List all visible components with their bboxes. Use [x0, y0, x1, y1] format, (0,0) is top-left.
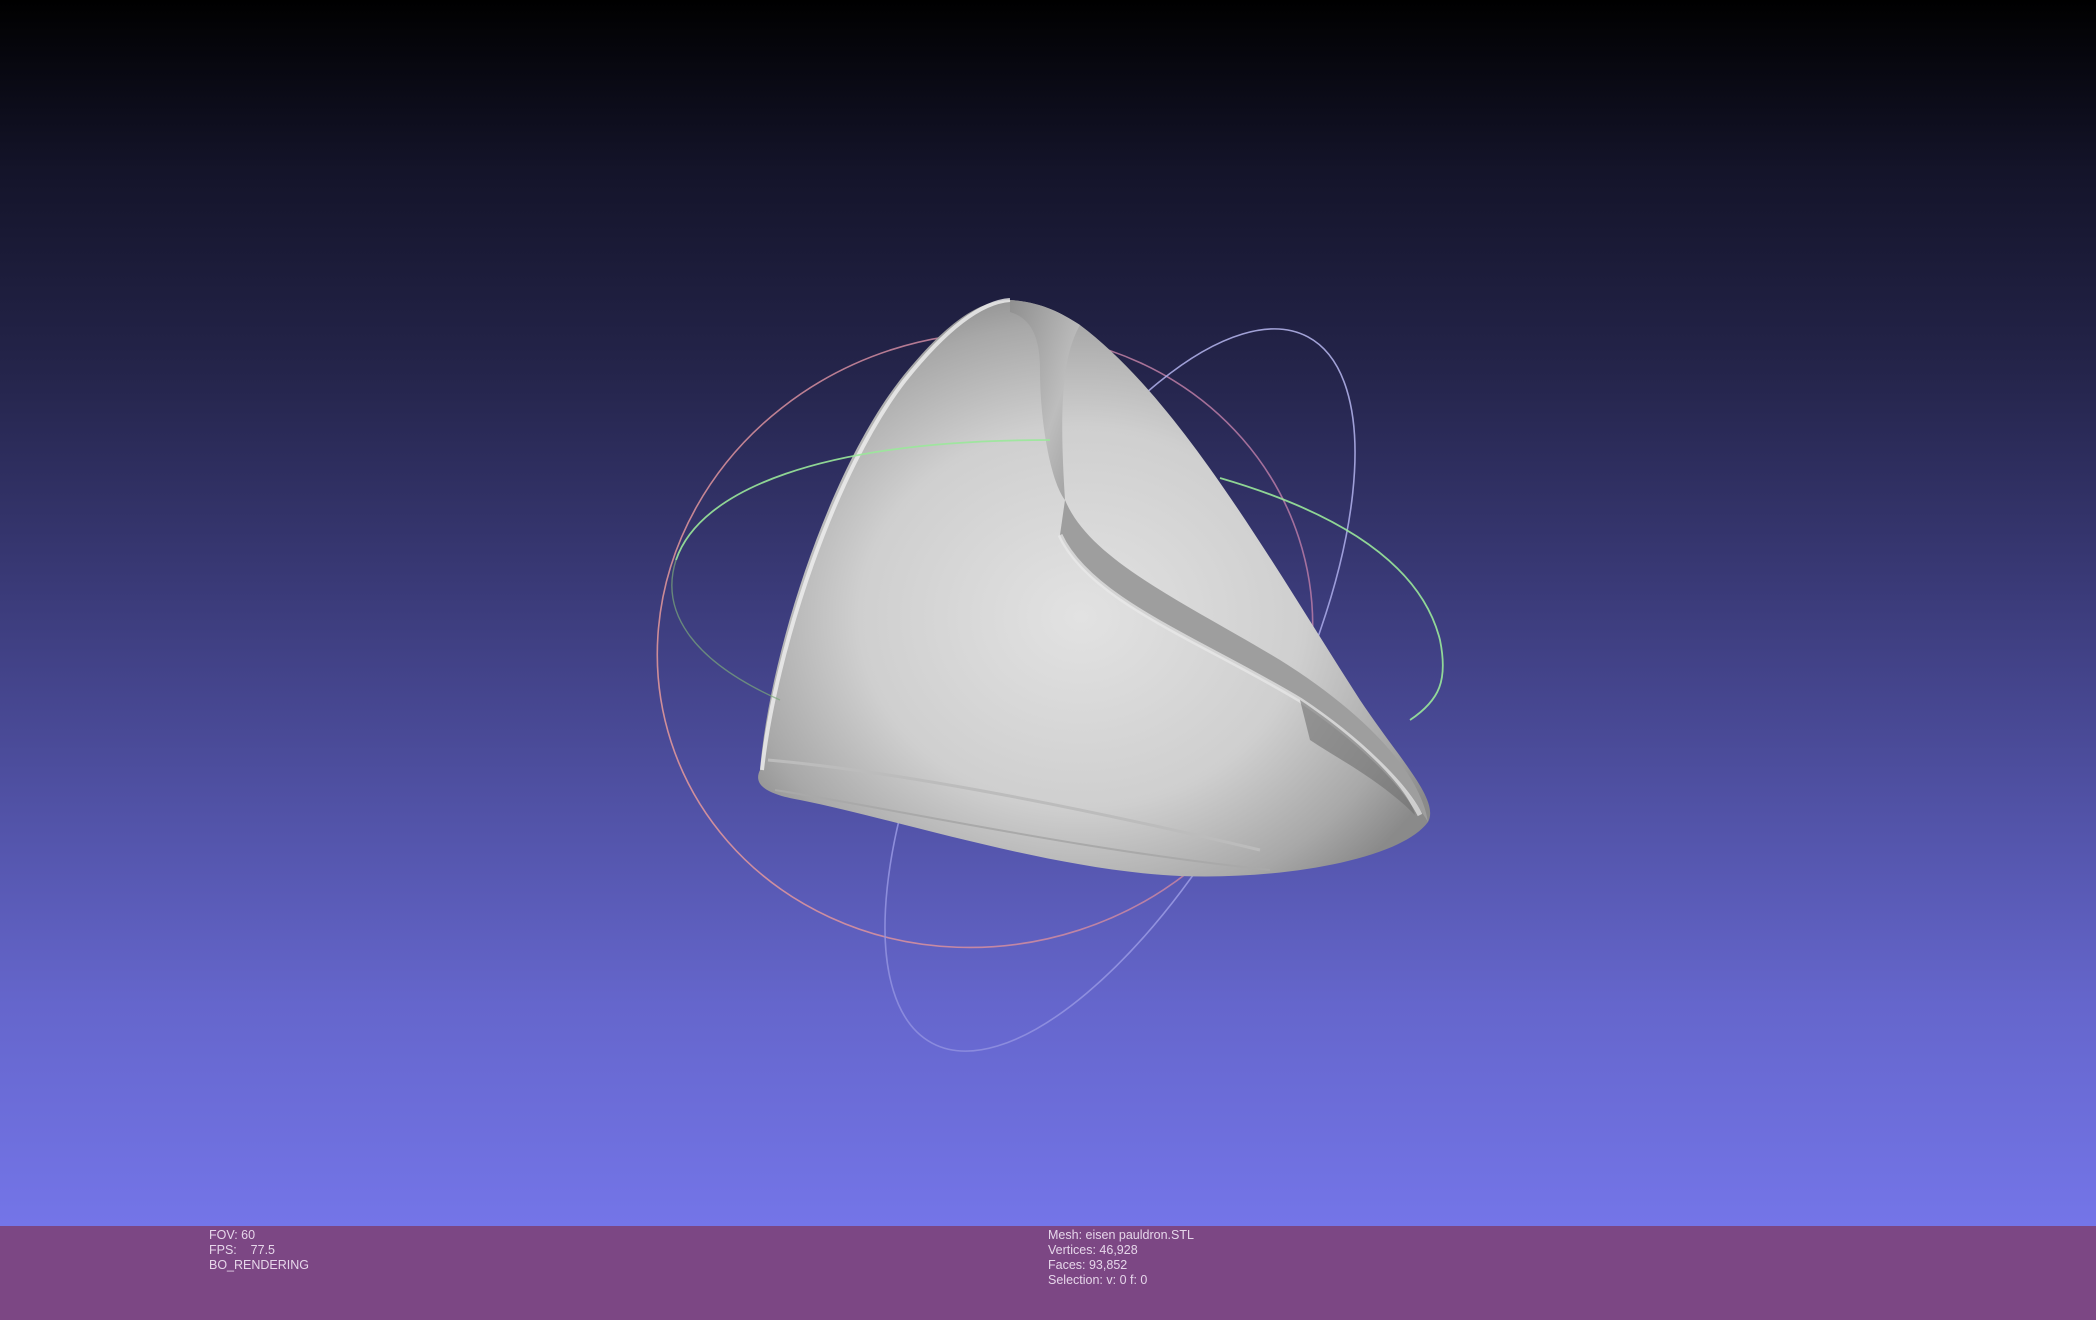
pauldron-mesh[interactable] — [758, 298, 1431, 877]
render-mode-readout: BO_RENDERING — [209, 1258, 310, 1272]
status-info-bar: FOV: 60 FPS: 77.5 BO_RENDERING Mesh: eis… — [0, 1226, 2096, 1320]
faces-readout: Faces: 93,852 — [1048, 1258, 1128, 1272]
3d-viewport[interactable] — [0, 0, 2096, 1226]
mesh-name-readout: Mesh: eisen pauldron.STL — [1048, 1228, 1194, 1242]
selection-readout: Selection: v: 0 f: 0 — [1048, 1273, 1148, 1287]
fps-readout: FPS: 77.5 — [209, 1243, 276, 1257]
viewport-canvas[interactable] — [0, 0, 2096, 1226]
mesh-info-panel: Mesh: eisen pauldron.STL Vertices: 46,92… — [1048, 1228, 1194, 1288]
render-info-panel: FOV: 60 FPS: 77.5 BO_RENDERING — [209, 1228, 309, 1273]
vertices-readout: Vertices: 46,928 — [1048, 1243, 1138, 1257]
fov-readout: FOV: 60 — [209, 1228, 256, 1242]
